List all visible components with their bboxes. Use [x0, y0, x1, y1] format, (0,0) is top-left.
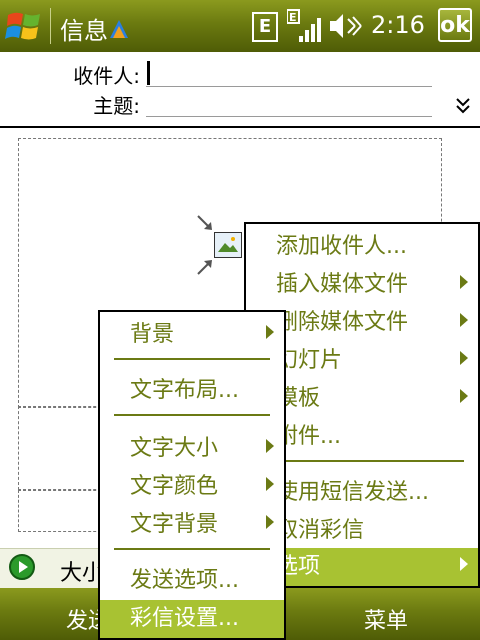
menu-item-label: 彩信设置... [130, 606, 239, 631]
menu-separator [114, 414, 270, 416]
play-icon[interactable] [8, 553, 36, 585]
subject-field[interactable] [146, 90, 432, 117]
menu-item-label: 取消彩信 [276, 518, 365, 543]
title-bar: 信息 E E 2:16 ok [0, 0, 480, 52]
signal-strength-icon[interactable]: E [286, 8, 323, 44]
submenu-arrow-icon [460, 275, 468, 289]
mms-icon [108, 18, 130, 44]
menu-item-label: 使用短信发送... [276, 480, 429, 505]
menu-item-text-layout[interactable]: 文字布局... [100, 372, 284, 410]
menu-item-label: 背景 [130, 322, 175, 347]
menu-item-text-size[interactable]: 文字大小 [100, 430, 284, 468]
options-submenu: 背景 文字布局... 文字大小 文字颜色 文字背景 发送选项... 彩信设置..… [98, 310, 286, 640]
app-title: 信息 [60, 17, 108, 45]
menu-item-add-recipient[interactable]: 添加收件人... [246, 228, 478, 266]
menu-separator [114, 358, 270, 360]
menu-item-label: 文字大小 [130, 436, 219, 461]
submenu-arrow-icon [460, 351, 468, 365]
submenu-arrow-icon [460, 389, 468, 403]
subject-label: 主题: [93, 94, 140, 118]
menu-item-label: 文字颜色 [130, 474, 219, 499]
insert-picture-icon[interactable] [214, 232, 242, 258]
submenu-arrow-icon [460, 313, 468, 327]
menu-item-text-background[interactable]: 文字背景 [100, 506, 284, 544]
clock[interactable]: 2:16 [371, 11, 425, 39]
menu-separator [260, 460, 464, 462]
menu-item-background[interactable]: 背景 [100, 316, 284, 354]
menu-item-send-options[interactable]: 发送选项... [100, 562, 284, 600]
expand-chevron-icon[interactable] [454, 96, 472, 120]
menu-item-label: 删除媒体文件 [276, 310, 409, 335]
submenu-arrow-icon [460, 557, 468, 571]
to-field[interactable] [146, 60, 432, 87]
submenu-arrow-icon [266, 515, 274, 529]
resize-arrow-icon [196, 256, 216, 280]
ok-button[interactable]: ok [438, 8, 472, 42]
menu-item-label: 文字背景 [130, 512, 219, 537]
submenu-arrow-icon [266, 325, 274, 339]
menu-separator [114, 548, 270, 550]
to-label: 收件人: [73, 64, 140, 88]
menu-item-label: 插入媒体文件 [276, 272, 409, 297]
title-divider [50, 8, 51, 44]
menu-item-text-color[interactable]: 文字颜色 [100, 468, 284, 506]
svg-text:E: E [289, 11, 297, 24]
menu-item-label: 发送选项... [130, 568, 239, 593]
windows-start-icon[interactable] [4, 6, 46, 46]
network-type-badge: E [252, 12, 278, 42]
resize-arrow-icon [196, 214, 216, 238]
menu-item-mms-settings[interactable]: 彩信设置... [100, 600, 284, 638]
menu-item-label: 文字布局... [130, 378, 239, 403]
volume-icon[interactable] [328, 10, 362, 42]
menu-item-label: 添加收件人... [276, 234, 407, 259]
submenu-arrow-icon [266, 477, 274, 491]
submenu-arrow-icon [266, 439, 274, 453]
header-separator [0, 126, 480, 128]
menu-item-insert-media[interactable]: 插入媒体文件 [246, 266, 478, 304]
menu-softkey[interactable]: 菜单 [364, 603, 408, 635]
